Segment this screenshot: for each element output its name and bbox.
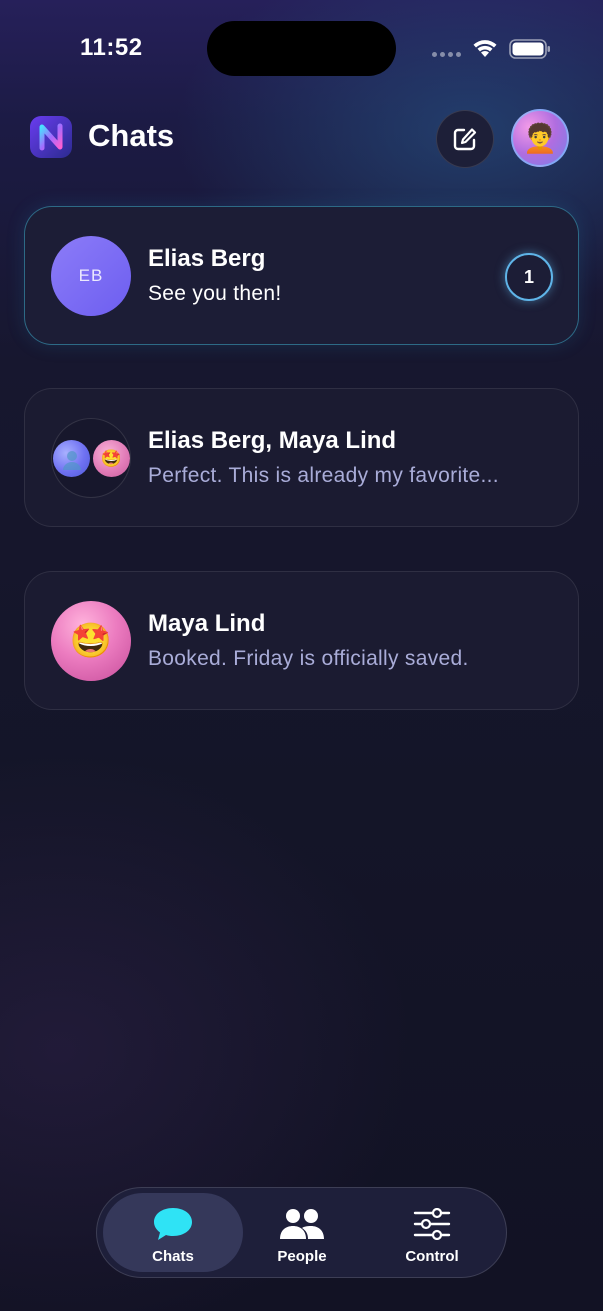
sliders-icon	[413, 1208, 451, 1240]
group-avatar: 🤩	[51, 418, 131, 498]
chat-name: Maya Lind	[148, 610, 266, 637]
mini-avatar-maya: 🤩	[93, 440, 130, 477]
chat-list-item-group[interactable]: 🤩 Elias Berg, Maya Lind Perfect. This is…	[24, 388, 579, 527]
n-logo-icon	[39, 123, 63, 151]
status-time: 11:52	[80, 34, 143, 61]
tab-label: People	[277, 1248, 327, 1265]
avatar: 🤩	[51, 601, 131, 681]
tab-people[interactable]: People	[232, 1193, 372, 1272]
unread-badge: 1	[505, 253, 553, 301]
mini-avatar-emoji: 🤩	[100, 448, 123, 468]
compose-button[interactable]	[436, 110, 494, 168]
chat-bubble-icon	[154, 1208, 192, 1240]
chat-preview: Booked. Friday is officially saved.	[148, 647, 469, 670]
tab-bar: Chats People Control	[96, 1187, 507, 1278]
mini-avatar-elias	[53, 440, 90, 477]
chat-name: Elias Berg	[148, 245, 266, 272]
chat-preview: See you then!	[148, 282, 282, 305]
person-silhouette-icon	[62, 450, 81, 470]
chat-list-item-maya-lind[interactable]: 🤩 Maya Lind Booked. Friday is officially…	[24, 571, 579, 710]
cellular-signal-icon	[432, 52, 461, 57]
page-title: Chats	[88, 118, 175, 153]
avatar-emoji: 🤩	[69, 622, 113, 660]
tab-control[interactable]: Control	[362, 1193, 502, 1272]
compose-icon	[453, 128, 477, 151]
chat-list-item-elias-berg[interactable]: EB Elias Berg See you then! 1	[24, 206, 579, 345]
chat-name: Elias Berg, Maya Lind	[148, 427, 397, 454]
avatar-initials: EB	[78, 266, 104, 285]
tab-chats[interactable]: Chats	[103, 1193, 243, 1272]
chat-preview: Perfect. This is already my favorite...	[148, 464, 499, 487]
people-icon	[280, 1209, 324, 1239]
dynamic-island	[207, 21, 396, 76]
profile-avatar-emoji: 🧑‍🦱	[522, 122, 558, 154]
unread-count: 1	[523, 266, 534, 287]
tab-label: Chats	[152, 1248, 194, 1265]
app-logo	[30, 116, 72, 158]
avatar: EB	[51, 236, 131, 316]
status-bar: 11:52	[0, 0, 603, 100]
wifi-icon	[473, 40, 497, 57]
battery-icon	[509, 39, 550, 59]
tab-label: Control	[405, 1248, 459, 1265]
profile-avatar[interactable]: 🧑‍🦱	[511, 109, 569, 167]
